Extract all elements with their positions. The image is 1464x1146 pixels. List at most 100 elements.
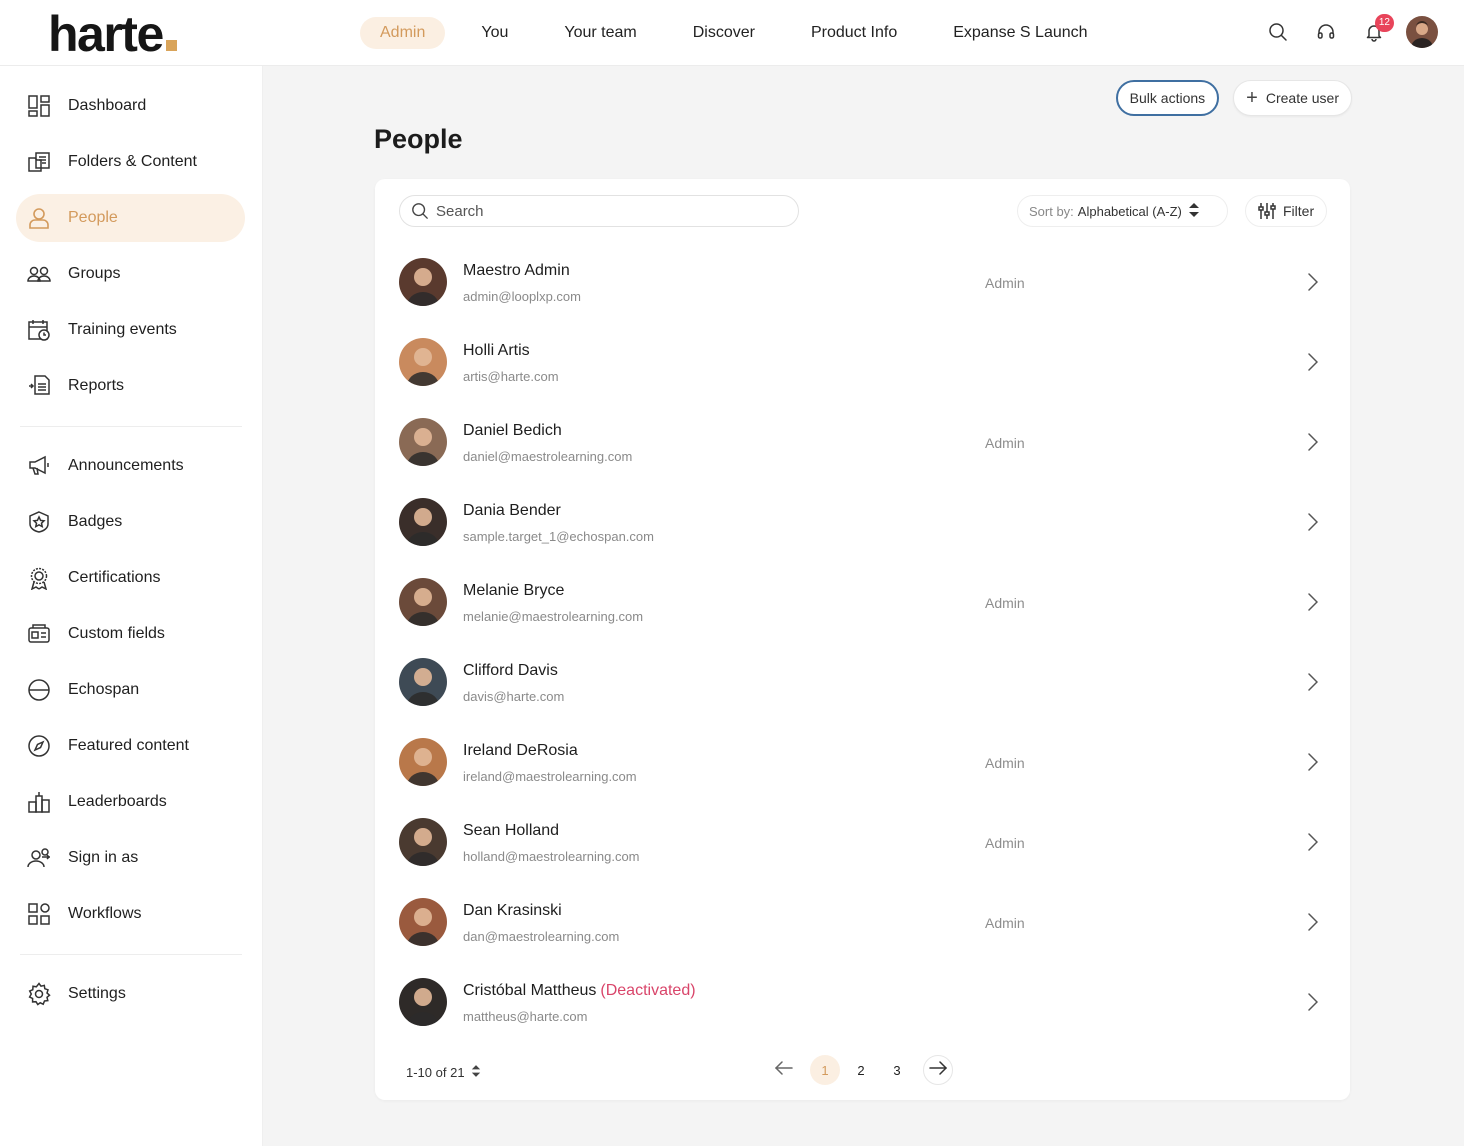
sidebar-item-leaderboards[interactable]: Leaderboards (16, 778, 245, 826)
person-name-text: Melanie Bryce (463, 582, 565, 599)
person-row[interactable]: Dan Krasinski dan@maestrolearning.com Admi… (375, 883, 1350, 963)
sidebar-item-certifications[interactable]: Certifications (16, 554, 245, 602)
person-email: sample.target_1@echospan.com (463, 529, 654, 544)
sidebar-item-groups[interactable]: Groups (16, 250, 245, 298)
plus-icon: + (1246, 87, 1258, 109)
person-row[interactable]: Cristóbal Mattheus (Deactivated) mattheus@… (375, 963, 1350, 1043)
tab-you[interactable]: You (461, 17, 528, 49)
chevron-right-icon[interactable] (1303, 271, 1323, 293)
person-name-text: Daniel Bedich (463, 422, 562, 439)
sidebar-item-announcements[interactable]: Announcements (16, 442, 245, 490)
sidebar-item-dashboard[interactable]: Dashboard (16, 82, 245, 130)
badge-icon (26, 509, 52, 535)
sidebar-item-label: Settings (68, 985, 126, 1002)
dashboard-icon (26, 93, 52, 119)
sidebar-item-echospan[interactable]: Echospan (16, 666, 245, 714)
page-2[interactable]: 2 (846, 1055, 876, 1085)
headset-icon[interactable] (1308, 14, 1344, 50)
sidebar-item-training-events[interactable]: Training events (16, 306, 245, 354)
person-name: Maestro Admin (463, 262, 574, 280)
chevron-right-icon[interactable] (1303, 591, 1323, 613)
page-3[interactable]: 3 (882, 1055, 912, 1085)
page-1[interactable]: 1 (810, 1055, 840, 1085)
search-input[interactable] (436, 202, 776, 220)
top-bar: harte Admin You Your team Discover Produ… (0, 0, 1464, 66)
chevron-right-icon[interactable] (1303, 431, 1323, 453)
person-row[interactable]: Sean Holland holland@maestrolearning.com A… (375, 803, 1350, 883)
arrow-right-icon (928, 1060, 948, 1080)
next-page-button[interactable] (923, 1055, 953, 1085)
chevron-right-icon[interactable] (1303, 511, 1323, 533)
people-card: Sort by: Alphabetical (A-Z) Filter Maest… (375, 179, 1350, 1100)
person-name: Sean Holland (463, 822, 563, 840)
header-actions: Bulk actions + Create user (1115, 80, 1352, 116)
sidebar-item-people[interactable]: People (16, 194, 245, 242)
chevron-right-icon[interactable] (1303, 351, 1323, 373)
gear-icon (26, 981, 52, 1007)
page-size-selector[interactable]: 1-10 of 21 (406, 1064, 481, 1081)
top-nav: Admin You Your team Discover Product Inf… (360, 17, 1124, 49)
chevron-right-icon[interactable] (1303, 831, 1323, 853)
megaphone-icon (26, 453, 52, 479)
avatar (399, 578, 447, 626)
person-name-text: Holli Artis (463, 342, 530, 359)
tab-expanse-s-launch[interactable]: Expanse S Launch (933, 17, 1107, 49)
person-name-text: Maestro Admin (463, 262, 570, 279)
sidebar-divider (20, 426, 242, 427)
person-row[interactable]: Daniel Bedich daniel@maestrolearning.com A… (375, 403, 1350, 483)
person-name: Clifford Davis (463, 662, 562, 680)
sidebar-item-sign-in-as[interactable]: Sign in as (16, 834, 245, 882)
workflows-icon (26, 901, 52, 927)
person-row[interactable]: Holli Artis artis@harte.com (375, 323, 1350, 403)
sort-dropdown[interactable]: Sort by: Alphabetical (A-Z) (1017, 195, 1228, 227)
sidebar-item-label: Featured content (68, 737, 189, 754)
brand-logo[interactable]: harte (48, 4, 177, 64)
bell-icon[interactable]: 12 (1356, 14, 1394, 50)
arrow-left-icon (774, 1060, 794, 1080)
sidebar-item-badges[interactable]: Badges (16, 498, 245, 546)
tab-discover[interactable]: Discover (673, 17, 775, 49)
person-name: Cristóbal Mattheus (Deactivated) (463, 982, 696, 1000)
sidebar-item-label: Groups (68, 265, 121, 282)
top-icons: 12 (1248, 14, 1440, 50)
person-row[interactable]: Melanie Bryce melanie@maestrolearning.com… (375, 563, 1350, 643)
people-list: Maestro Admin admin@looplxp.com Admin Holli… (375, 243, 1350, 1043)
create-user-button[interactable]: + Create user (1233, 80, 1352, 116)
tab-your-team[interactable]: Your team (544, 17, 656, 49)
person-name-text: Clifford Davis (463, 662, 558, 679)
sidebar-item-featured-content[interactable]: Featured content (16, 722, 245, 770)
sidebar-item-label: Workflows (68, 905, 142, 922)
sidebar-item-label: Sign in as (68, 849, 139, 866)
tab-product-info[interactable]: Product Info (791, 17, 917, 49)
sidebar-item-label: Certifications (68, 569, 161, 586)
search-icon[interactable] (1260, 14, 1296, 50)
person-row[interactable]: Clifford Davis davis@harte.com (375, 643, 1350, 723)
person-name: Daniel Bedich (463, 422, 566, 440)
filter-button[interactable]: Filter (1245, 195, 1327, 227)
sidebar-item-custom-fields[interactable]: Custom fields (16, 610, 245, 658)
reports-icon (26, 373, 52, 399)
notification-count: 12 (1374, 14, 1394, 32)
avatar (399, 818, 447, 866)
sidebar-item-workflows[interactable]: Workflows (16, 890, 245, 938)
prev-page-button[interactable] (769, 1055, 799, 1085)
person-email: ireland@maestrolearning.com (463, 769, 637, 784)
chevron-right-icon[interactable] (1303, 991, 1323, 1013)
bulk-actions-button[interactable]: Bulk actions (1115, 80, 1220, 116)
chevron-right-icon[interactable] (1303, 751, 1323, 773)
tab-admin[interactable]: Admin (360, 17, 446, 49)
sidebar-item-settings[interactable]: Settings (16, 970, 245, 1018)
sign-in-as-icon (26, 845, 52, 871)
chevron-right-icon[interactable] (1303, 671, 1323, 693)
user-avatar[interactable] (1404, 14, 1440, 50)
chevron-right-icon[interactable] (1303, 911, 1323, 933)
sidebar-item-label: Custom fields (68, 625, 165, 642)
person-row[interactable]: Maestro Admin admin@looplxp.com Admin (375, 243, 1350, 323)
person-row[interactable]: Dania Bender sample.target_1@echospan.com (375, 483, 1350, 563)
search-box (399, 195, 799, 227)
compass-icon (26, 733, 52, 759)
person-email: daniel@maestrolearning.com (463, 449, 633, 464)
sidebar-item-reports[interactable]: Reports (16, 362, 245, 410)
sidebar-item-folders-content[interactable]: Folders & Content (16, 138, 245, 186)
person-row[interactable]: Ireland DeRosia ireland@maestrolearning.c… (375, 723, 1350, 803)
